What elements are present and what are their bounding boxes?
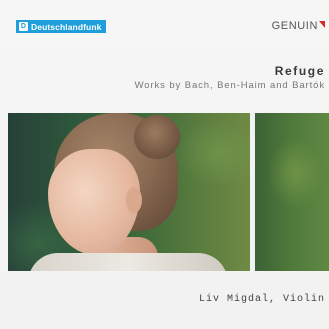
portrait-photo	[8, 113, 250, 271]
artist-credit: Liv Migdal, Violin	[198, 294, 325, 305]
side-photo-panel	[255, 113, 329, 271]
portrait-hair-bun	[134, 115, 180, 159]
genuin-flag-icon	[319, 20, 325, 28]
portrait-shirt	[28, 253, 228, 271]
album-cover: D Deutschlandfunk GENUIN Refuge Works by…	[0, 0, 329, 329]
album-subtitle: Works by Bach, Ben-Haim and Bartók	[134, 80, 325, 91]
genuin-label-text: GENUIN	[271, 20, 318, 32]
deutschlandfunk-logo-text: Deutschlandfunk	[31, 21, 102, 32]
genuin-label-logo: GENUIN	[272, 19, 325, 33]
album-title: Refuge	[274, 64, 325, 78]
deutschlandfunk-logo: D Deutschlandfunk	[16, 20, 107, 33]
deutschlandfunk-logo-icon: D	[19, 22, 28, 31]
portrait-ear	[126, 187, 142, 213]
